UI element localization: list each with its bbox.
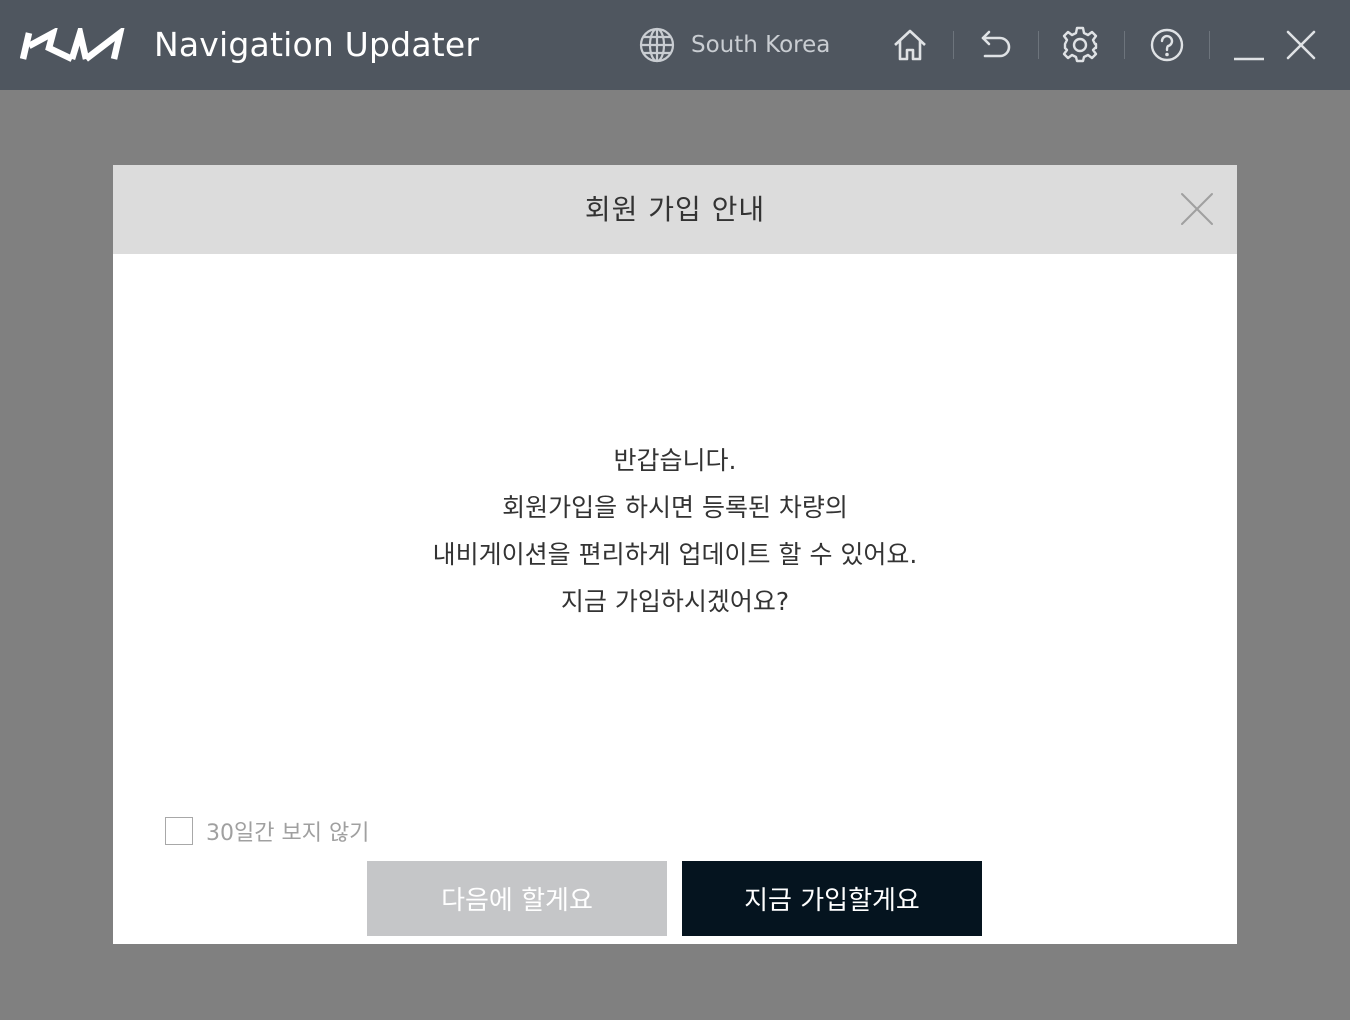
separator <box>1209 31 1210 59</box>
separator <box>1038 31 1039 59</box>
region-label: South Korea <box>691 32 831 58</box>
home-button[interactable] <box>889 24 931 66</box>
gear-icon <box>1062 26 1098 63</box>
message-line: 지금 가입하시겠어요? <box>560 587 790 616</box>
minimize-icon <box>1234 57 1264 61</box>
message-line: 내비게이션을 편리하게 업데이트 할 수 있어요. <box>432 540 918 569</box>
dialog-close-button[interactable] <box>1177 189 1217 229</box>
later-button[interactable]: 다음에 할게요 <box>367 861 667 936</box>
signup-dialog: 회원 가입 안내 반갑습니다. 회원가입을 하시면 등록된 차량의 내비게이션을… <box>113 165 1237 944</box>
home-icon <box>894 29 926 61</box>
dont-show-label: 30일간 보지 않기 <box>206 820 370 846</box>
minimize-button[interactable] <box>1227 24 1269 66</box>
title-bar: Navigation Updater South Korea <box>0 0 1350 90</box>
globe-icon <box>639 27 675 63</box>
app-title: Navigation Updater <box>154 25 480 64</box>
dialog-message: 반갑습니다. 회원가입을 하시면 등록된 차량의 내비게이션을 편리하게 업데이… <box>113 437 1237 625</box>
back-button[interactable] <box>975 24 1017 66</box>
kia-logo <box>20 28 125 62</box>
dialog-title: 회원 가입 안내 <box>584 193 766 226</box>
dialog-header: 회원 가입 안내 <box>113 165 1237 254</box>
help-icon <box>1150 28 1184 62</box>
close-icon <box>1181 193 1213 225</box>
separator <box>1124 31 1125 59</box>
settings-button[interactable] <box>1059 24 1101 66</box>
separator <box>953 31 954 59</box>
region-selector[interactable]: South Korea <box>638 24 830 66</box>
message-line: 회원가입을 하시면 등록된 차량의 <box>502 493 848 522</box>
join-now-button[interactable]: 지금 가입할게요 <box>682 861 982 936</box>
close-button[interactable] <box>1280 24 1322 66</box>
help-button[interactable] <box>1146 24 1188 66</box>
dont-show-checkbox[interactable] <box>165 816 193 845</box>
close-icon <box>1286 30 1316 60</box>
undo-icon <box>981 30 1011 58</box>
dont-show-option[interactable]: 30일간 보지 않기 <box>165 815 369 846</box>
message-line: 반갑습니다. <box>613 446 737 475</box>
